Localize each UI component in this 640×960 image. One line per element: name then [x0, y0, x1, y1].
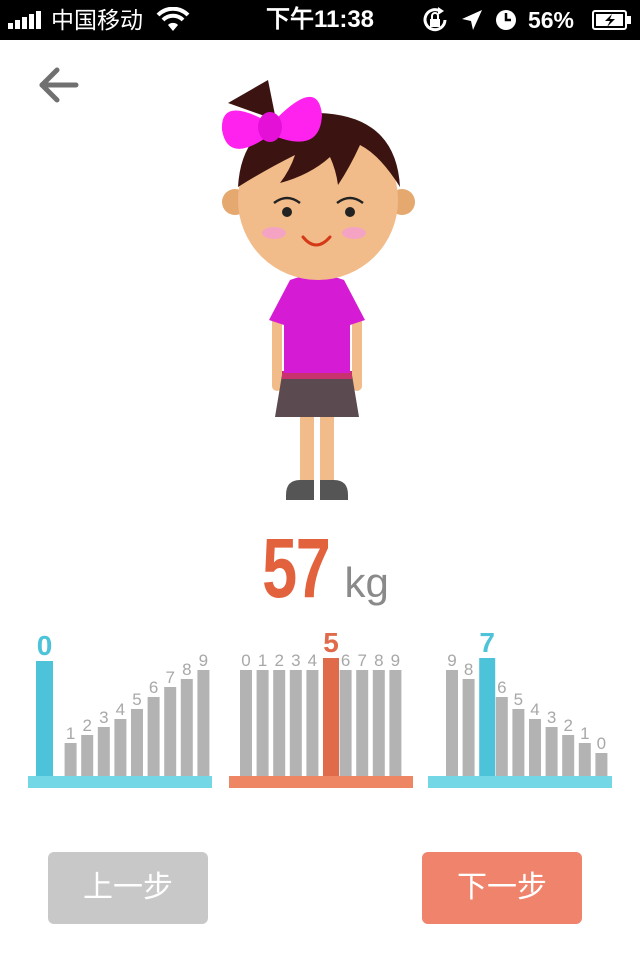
- picker-bar[interactable]: [462, 679, 475, 776]
- battery-percent: 56%: [527, 6, 574, 33]
- picker-bar[interactable]: [197, 670, 210, 776]
- picker-bar[interactable]: [240, 670, 252, 776]
- picker-digit-label: 9: [391, 651, 400, 670]
- picker-bar[interactable]: [131, 709, 143, 776]
- rotation-lock-icon: [423, 7, 447, 32]
- next-step-button[interactable]: 下一步: [422, 852, 582, 924]
- picker-bar[interactable]: [36, 661, 53, 776]
- picker-bar[interactable]: [356, 670, 369, 776]
- picker-digit-label: 1: [66, 724, 75, 743]
- picker-bar[interactable]: [562, 735, 575, 776]
- picker-svg[interactable]: 0 123456789: [28, 620, 212, 790]
- weight-readout: 57 kg: [0, 520, 640, 620]
- previous-step-button[interactable]: 上一步: [48, 852, 208, 924]
- picker-bar[interactable]: [81, 735, 94, 776]
- picker-bar[interactable]: [479, 658, 496, 776]
- picker-digit-label: 4: [530, 700, 539, 719]
- picker-digit-label: 3: [99, 708, 108, 727]
- picker-bar[interactable]: [595, 753, 608, 776]
- picker-bar[interactable]: [529, 719, 541, 776]
- picker-bar[interactable]: [512, 709, 525, 776]
- picker-baseline: [428, 776, 612, 788]
- digit-picker-hundreds[interactable]: 0 123456789: [28, 620, 212, 790]
- picker-bar[interactable]: [164, 687, 177, 776]
- picker-digit-label: 0: [37, 630, 53, 661]
- girl-illustration: [221, 80, 415, 500]
- weight-value: 57: [262, 521, 331, 615]
- picker-baseline: [229, 776, 413, 788]
- picker-bar[interactable]: [289, 670, 302, 776]
- status-bar: 中国移动 下午11:38 56%: [0, 0, 640, 40]
- picker-bar[interactable]: [97, 727, 110, 776]
- picker-bar[interactable]: [323, 658, 339, 776]
- picker-bar[interactable]: [306, 670, 319, 776]
- picker-digit-label: 1: [580, 724, 589, 743]
- picker-digit-label: 0: [597, 734, 606, 753]
- picker-digit-label: 5: [132, 690, 141, 709]
- picker-digit-label: 0: [241, 651, 250, 670]
- clock-icon: [495, 10, 516, 30]
- picker-digit-label: 6: [341, 651, 350, 670]
- picker-digit-label: 2: [82, 716, 91, 735]
- picker-digit-label: 3: [291, 651, 300, 670]
- back-arrow-icon[interactable]: [36, 62, 82, 108]
- picker-digit-label: 4: [116, 700, 125, 719]
- picker-digit-label: 9: [199, 651, 208, 670]
- picker-bar[interactable]: [389, 670, 402, 776]
- picker-digit-label: 2: [563, 716, 572, 735]
- picker-digit-label: 3: [547, 708, 556, 727]
- digit-picker-ones[interactable]: 987 6543210: [428, 620, 612, 790]
- picker-baseline: [28, 776, 212, 788]
- picker-digit-label: 5: [323, 627, 339, 658]
- picker-digit-label: 4: [308, 651, 317, 670]
- picker-digit-label: 2: [274, 651, 283, 670]
- digit-picker-tens[interactable]: 0123456789: [229, 620, 413, 790]
- picker-digit-label: 6: [149, 678, 158, 697]
- picker-digit-label: 8: [464, 660, 473, 679]
- picker-svg[interactable]: 0123456789: [229, 620, 413, 790]
- picker-digit-label: 7: [357, 651, 366, 670]
- location-arrow-icon: [461, 10, 482, 30]
- picker-bar[interactable]: [446, 670, 458, 776]
- weight-unit: kg: [344, 559, 389, 606]
- picker-bar[interactable]: [545, 727, 558, 776]
- battery-charging-icon: [592, 10, 631, 30]
- picker-digit-label: 8: [182, 660, 191, 679]
- picker-svg[interactable]: 9 87 654 3 2 10: [428, 620, 612, 790]
- picker-bar[interactable]: [578, 743, 591, 776]
- picker-digit-label: 8: [374, 651, 383, 670]
- picker-digit-label: 9: [447, 651, 456, 670]
- picker-bar[interactable]: [495, 697, 508, 776]
- picker-bar[interactable]: [114, 719, 127, 776]
- picker-bar[interactable]: [147, 697, 160, 776]
- picker-digit-label: 7: [165, 668, 174, 687]
- picker-digit-label: 6: [497, 678, 506, 697]
- picker-bar[interactable]: [372, 670, 385, 776]
- picker-digit-label: 5: [514, 690, 523, 709]
- picker-bar[interactable]: [180, 679, 193, 776]
- picker-bar[interactable]: [273, 670, 286, 776]
- picker-bar[interactable]: [256, 670, 269, 776]
- picker-digit-label: 7: [479, 627, 495, 658]
- status-right: 56%: [410, 0, 632, 40]
- picker-digit-label: 1: [258, 651, 267, 670]
- picker-bar[interactable]: [339, 670, 352, 776]
- picker-bar[interactable]: [64, 743, 77, 776]
